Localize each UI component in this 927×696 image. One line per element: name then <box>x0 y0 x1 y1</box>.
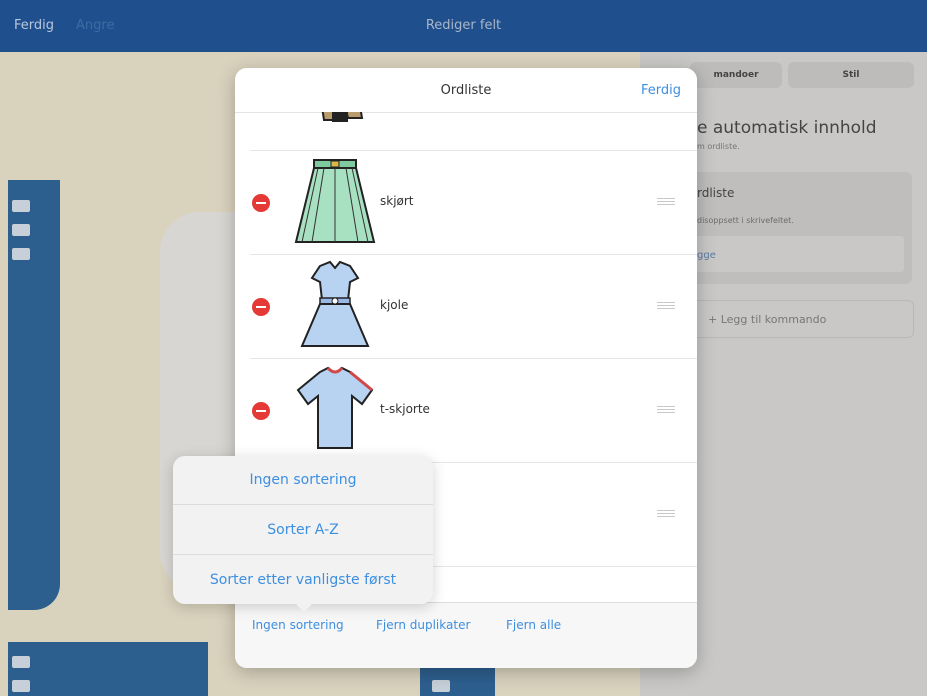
sort-popover: Ingen sortering Sorter A-Z Sorter etter … <box>173 456 433 612</box>
modal-done-button[interactable]: Ferdig <box>641 83 681 98</box>
inspector-heading: e automatisk innhold <box>697 118 877 138</box>
remove-all-button[interactable]: Fjern alle <box>506 618 561 632</box>
blue-panel-left <box>8 180 60 610</box>
page-title: Rediger felt <box>425 18 502 33</box>
tshirt-icon <box>296 366 374 449</box>
drag-handle-icon[interactable] <box>657 510 675 518</box>
drag-handle-icon[interactable] <box>657 198 675 206</box>
modal-title: Ordliste <box>440 83 492 98</box>
delete-icon[interactable] <box>252 194 270 212</box>
add-command-label: + Legg til kommando <box>708 313 827 326</box>
dress-icon <box>300 260 370 347</box>
wordlist-box-subtext: disoppsett i skrivefeltet. <box>697 216 794 225</box>
wordlist-box-link[interactable]: gge <box>697 250 716 261</box>
sort-button[interactable]: Ingen sortering <box>252 618 344 632</box>
list-item[interactable]: t-skjorte <box>250 358 697 463</box>
top-navigation-bar: Ferdig Angre Rediger felt <box>0 0 927 52</box>
inspector-subtext: m ordliste. <box>697 142 740 151</box>
wordlist-box-inner <box>690 236 904 272</box>
grid-cell <box>12 248 30 260</box>
sort-option-az[interactable]: Sorter A-Z <box>173 506 433 554</box>
grid-cell <box>12 224 30 236</box>
sort-option-none[interactable]: Ingen sortering <box>173 456 433 504</box>
item-label: skjørt <box>380 194 414 208</box>
delete-icon[interactable] <box>252 298 270 316</box>
wordlist-box-title: rdliste <box>697 186 735 200</box>
list-item[interactable] <box>250 112 697 151</box>
list-item[interactable]: skjørt <box>250 150 697 255</box>
divider <box>173 504 433 505</box>
drag-handle-icon[interactable] <box>657 302 675 310</box>
drag-handle-icon[interactable] <box>657 406 675 414</box>
remove-duplicates-button[interactable]: Fjern duplikater <box>376 618 470 632</box>
skirt-icon <box>294 159 376 243</box>
tab-commands[interactable]: mandoer <box>690 62 782 88</box>
list-item[interactable]: kjole <box>250 254 697 359</box>
tab-style[interactable]: Stil <box>788 62 914 88</box>
grid-cell <box>12 200 30 212</box>
sort-option-frequency[interactable]: Sorter etter vanligste først <box>173 556 433 604</box>
item-label: kjole <box>380 298 409 312</box>
grid-cell <box>432 680 450 692</box>
popover-arrow <box>294 602 314 612</box>
divider <box>173 554 433 555</box>
modal-header: Ordliste Ferdig <box>235 68 697 113</box>
grid-cell <box>12 656 30 668</box>
blue-panel-bottom-left <box>8 642 208 696</box>
item-label: t-skjorte <box>380 402 430 416</box>
add-command-text: Legg til kommando <box>720 313 827 326</box>
delete-icon[interactable] <box>252 402 270 420</box>
grid-cell <box>12 680 30 692</box>
